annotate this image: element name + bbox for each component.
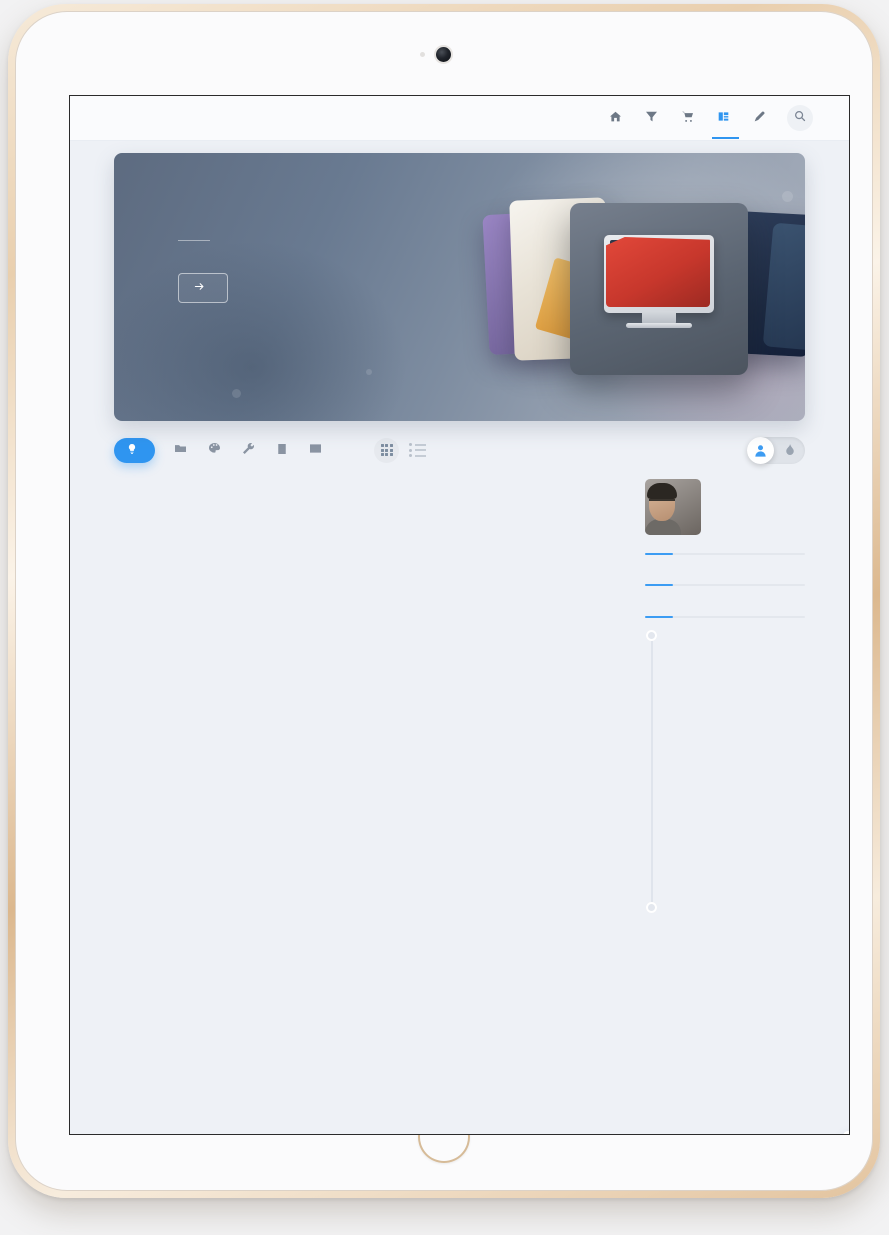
flame-icon [774,444,805,456]
avatar[interactable] [644,479,701,535]
view-mode-toggle [374,437,426,463]
section-underline [644,616,805,618]
hero-text-block [178,231,228,303]
search-icon [794,109,806,127]
arrow-right-icon [194,281,205,295]
timeline-rail [650,630,653,906]
filter-design[interactable] [209,443,225,457]
category-timeline [645,630,805,920]
section-my-tags [644,553,805,555]
user-icon [747,436,774,464]
section-nav [644,616,805,618]
nav-item-blog[interactable] [712,98,739,139]
folder-icon [175,443,186,457]
site-header [70,96,849,141]
filter-all-articles[interactable] [175,443,191,457]
browser-screen [69,95,850,1135]
content-columns [114,477,805,926]
cart-icon [682,111,693,125]
nav-item-service[interactable] [644,98,663,138]
filter-tutorial[interactable] [277,443,292,457]
article-grid [114,477,627,926]
tablet-bezel [15,11,873,1191]
search-button[interactable] [787,105,813,131]
filter-smart-recommend[interactable] [114,437,155,463]
timeline-cap-bottom [645,902,657,913]
filter-development[interactable] [243,443,259,457]
home-icon [610,111,621,125]
filter-icon [646,111,657,125]
sidebar [644,477,805,926]
section-underline [644,553,805,555]
profile-mode-toggle[interactable] [747,436,805,464]
wrench-icon [243,443,254,457]
tablet-frame [8,4,880,1198]
nav-item-products[interactable] [680,98,699,138]
nav-item-guestbook[interactable] [752,98,771,138]
section-underline [644,584,805,586]
main-navigation [608,98,771,139]
hero-divider [178,240,210,241]
filter-album[interactable] [310,443,326,457]
hero-read-more-button[interactable] [178,273,228,303]
profile-block [644,479,805,535]
book-icon [277,443,287,457]
ambient-sensor [420,52,425,57]
front-camera [436,47,451,62]
grid-view-icon[interactable] [374,437,399,463]
album-icon [310,443,321,457]
hero-bubble [232,389,241,398]
hero-bubble [782,191,793,202]
list-view-icon[interactable] [409,443,426,457]
bulb-icon [127,443,137,457]
music-player-button[interactable] [843,1131,849,1134]
blog-icon [718,111,729,125]
nav-item-home[interactable] [608,98,627,138]
hero-art-base [626,323,692,328]
filter-bar [114,435,805,465]
pen-icon [754,111,765,125]
timeline-cap-top [645,630,657,641]
section-follow [644,584,805,586]
hero-art-cloth [606,237,710,307]
page-body [70,153,849,1134]
palette-icon [209,443,220,457]
hero-banner[interactable] [114,153,805,421]
hero-bubble [366,369,372,375]
